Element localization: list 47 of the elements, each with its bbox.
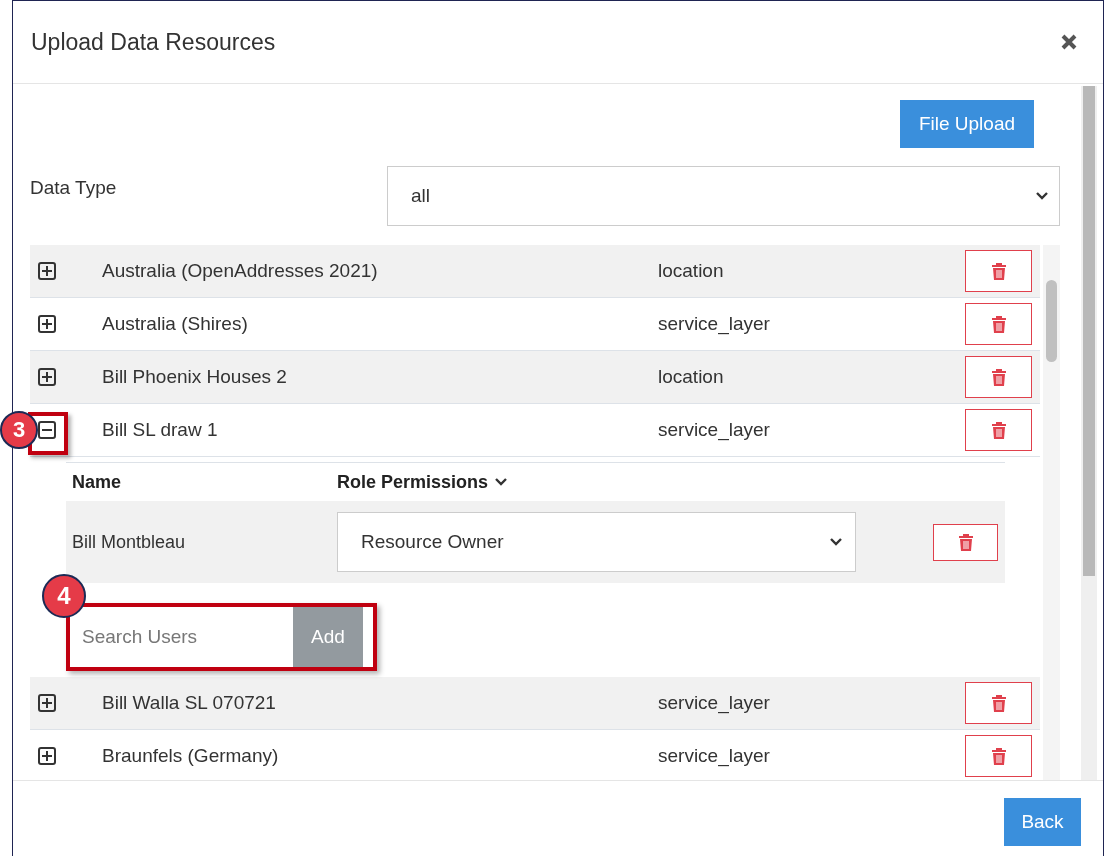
data-type-label: Data Type	[30, 177, 118, 199]
chevron-icon	[1035, 191, 1049, 201]
delete-button[interactable]	[965, 409, 1032, 451]
resource-name: Australia (OpenAddresses 2021)	[102, 260, 379, 282]
trash-icon	[990, 421, 1007, 439]
data-type-select[interactable]: all	[387, 166, 1060, 226]
trash-icon	[990, 262, 1007, 280]
delete-button[interactable]	[965, 735, 1032, 777]
trash-icon	[957, 533, 974, 551]
delete-button[interactable]	[965, 356, 1032, 398]
scrollbar[interactable]	[1043, 245, 1060, 780]
resource-type: service_layer	[658, 745, 771, 767]
callout-badge: 3	[0, 411, 38, 449]
resource-name: Bill SL draw 1	[102, 419, 219, 441]
expand-icon[interactable]	[38, 747, 56, 765]
column-header: Name	[71, 471, 123, 493]
delete-button[interactable]	[965, 250, 1032, 292]
resource-name: Bill Phoenix Houses 2	[102, 366, 288, 388]
user-name: Bill Montbleau	[71, 531, 187, 553]
expand-icon[interactable]	[38, 315, 56, 333]
role-select[interactable]: Resource Owner	[337, 512, 856, 572]
resource-type: location	[658, 260, 725, 282]
trash-icon	[990, 747, 1007, 765]
chevron-icon	[494, 477, 509, 487]
chevron-icon	[829, 537, 843, 547]
collapse-icon[interactable]	[38, 421, 56, 439]
delete-button[interactable]	[933, 523, 998, 561]
delete-button[interactable]	[965, 303, 1032, 345]
delete-button[interactable]	[965, 682, 1032, 724]
callout-badge: 4	[42, 574, 86, 618]
trash-icon	[990, 315, 1007, 333]
scrollbar[interactable]	[1081, 86, 1097, 780]
trash-icon	[990, 368, 1007, 386]
resource-type: service_layer	[658, 419, 771, 441]
resource-name: Australia (Shires)	[102, 313, 249, 335]
dialog-title: Upload Data Resources	[31, 28, 276, 56]
expand-icon[interactable]	[38, 368, 56, 386]
trash-icon	[990, 694, 1007, 712]
resource-name: Bill Walla SL 070721	[102, 692, 277, 714]
resource-type: service_layer	[658, 692, 771, 714]
resource-name: Braunfels (Germany)	[102, 745, 280, 767]
expand-icon[interactable]	[38, 262, 56, 280]
resource-type: location	[658, 366, 725, 388]
column-header[interactable]: Role Permissions	[337, 471, 489, 493]
resource-type: service_layer	[658, 313, 771, 335]
close-icon[interactable]	[1061, 34, 1077, 50]
expand-icon[interactable]	[38, 694, 56, 712]
